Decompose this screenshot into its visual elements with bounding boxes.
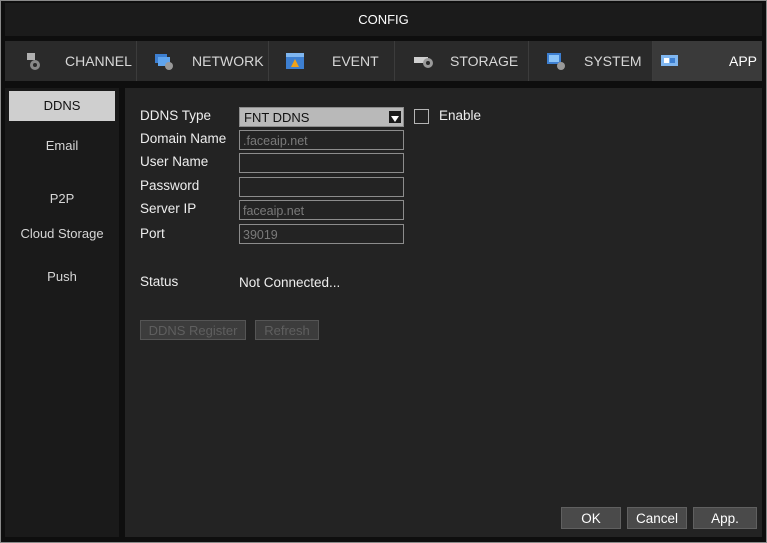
ddns-type-select[interactable]: FNT DDNS: [239, 107, 404, 127]
domain-name-label: Domain Name: [140, 131, 227, 146]
password-label: Password: [140, 178, 200, 193]
tab-label: CHANNEL: [65, 53, 132, 69]
enable-label: Enable: [439, 108, 482, 123]
ok-button[interactable]: OK: [561, 507, 621, 529]
status-label: Status: [140, 274, 179, 289]
domain-name-field[interactable]: .faceaip.net: [239, 130, 404, 150]
server-ip-label: Server IP: [140, 201, 197, 216]
user-name-label: User Name: [140, 154, 209, 169]
tab-network[interactable]: NETWORK: [137, 41, 269, 81]
tab-label: SYSTEM: [584, 53, 642, 69]
server-ip-field[interactable]: faceaip.net: [239, 200, 404, 220]
chevron-down-icon: [389, 111, 401, 123]
tab-channel[interactable]: CHANNEL: [5, 41, 137, 81]
tab-label: APP: [729, 53, 758, 69]
port-label: Port: [140, 226, 165, 241]
window-title: CONFIG: [5, 3, 762, 36]
app-icon: [659, 51, 681, 71]
tab-label: STORAGE: [450, 53, 519, 69]
cancel-button[interactable]: Cancel: [627, 507, 687, 529]
refresh-button[interactable]: Refresh: [255, 320, 319, 340]
tab-bar: CHANNEL NETWORK EVENT STORAGE SYSTEM APP: [5, 41, 762, 81]
sidebar-item-ddns[interactable]: DDNS: [9, 91, 115, 121]
tab-label: EVENT: [332, 53, 379, 69]
tab-label: NETWORK: [192, 53, 264, 69]
ddns-settings-panel: DDNS Type FNT DDNS Enable Domain Name .f…: [125, 88, 762, 537]
ddns-type-label: DDNS Type: [140, 108, 212, 123]
user-name-field[interactable]: [239, 153, 404, 173]
status-value: Not Connected...: [239, 275, 341, 290]
apply-button[interactable]: App.: [693, 507, 757, 529]
ddns-register-button[interactable]: DDNS Register: [140, 320, 246, 340]
system-gear-icon: [545, 51, 567, 71]
tab-app[interactable]: APP: [653, 41, 762, 81]
sidebar-item-push[interactable]: Push: [9, 262, 115, 292]
sidebar-item-cloud-storage[interactable]: Cloud Storage: [9, 219, 115, 249]
sidebar: DDNS Email P2P Cloud Storage Push: [5, 88, 119, 537]
password-field[interactable]: [239, 177, 404, 197]
tab-event[interactable]: EVENT: [269, 41, 395, 81]
storage-gear-icon: [413, 51, 435, 71]
port-field[interactable]: 39019: [239, 224, 404, 244]
sidebar-item-p2p[interactable]: P2P: [9, 184, 115, 214]
config-window: CONFIG CHANNEL NETWORK EVENT STORAGE SYS…: [0, 0, 767, 543]
ddns-type-value: FNT DDNS: [244, 110, 310, 125]
event-icon: [284, 51, 306, 71]
tab-system[interactable]: SYSTEM: [529, 41, 653, 81]
network-gear-icon: [153, 51, 175, 71]
tab-storage[interactable]: STORAGE: [395, 41, 529, 81]
sidebar-item-email[interactable]: Email: [9, 131, 115, 161]
camera-gear-icon: [23, 51, 45, 71]
enable-checkbox[interactable]: [414, 109, 429, 124]
